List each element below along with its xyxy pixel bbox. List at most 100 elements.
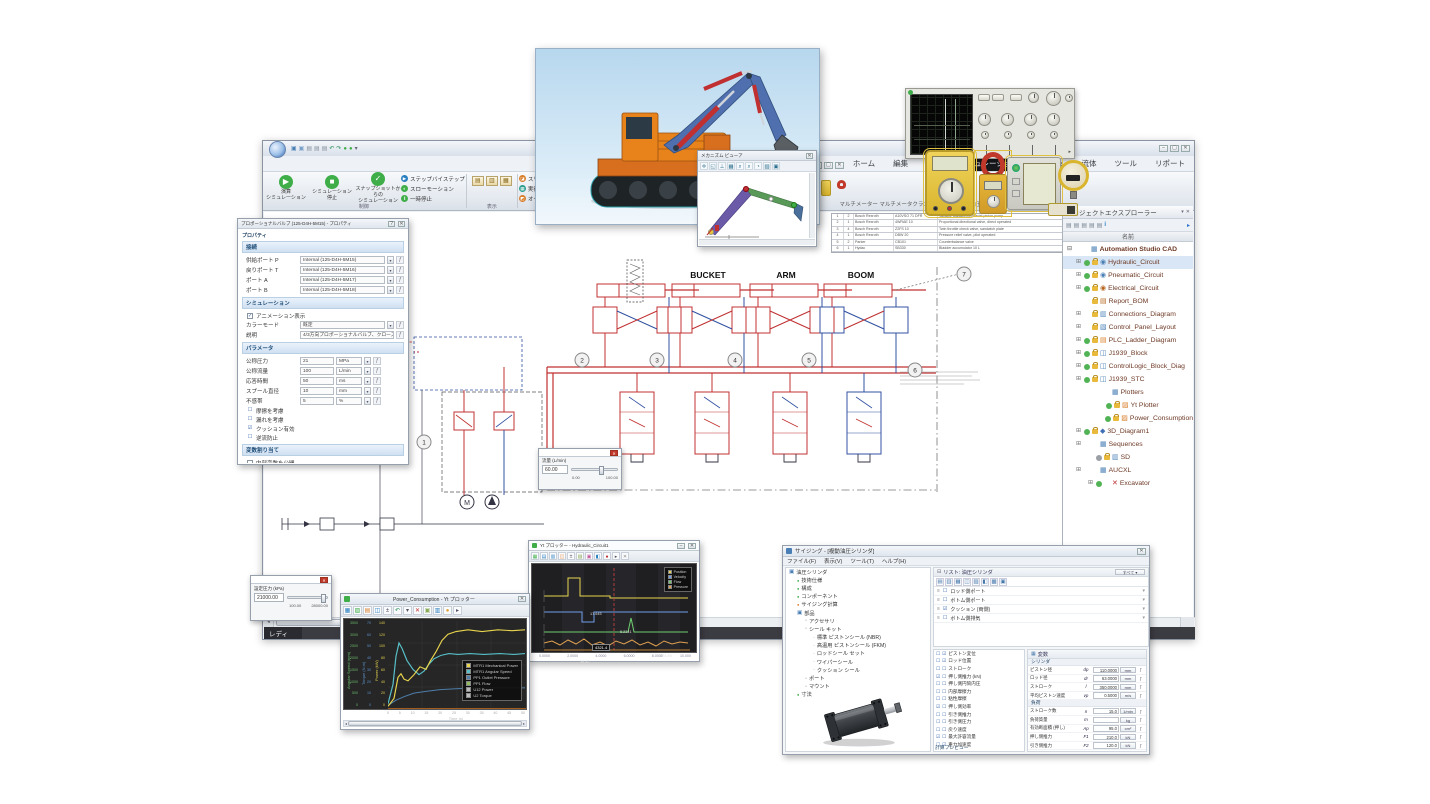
sizing-tree-item[interactable]: ·標準 ピストンシール (NBR) <box>786 634 930 642</box>
formula-button[interactable]: ƒ <box>1137 676 1144 681</box>
quick-access-icon[interactable]: ↶ <box>329 145 334 152</box>
ribbon-tab[interactable]: ツール <box>1106 156 1147 171</box>
sizing-tree-item[interactable]: ◦アクセサリ <box>786 617 930 625</box>
close-button[interactable]: ✕ <box>1181 145 1190 152</box>
plot-canvas[interactable]: 3500300025002000150010005000 70605040302… <box>343 618 527 710</box>
unit-dropdown[interactable]: L/min <box>336 367 362 375</box>
formula-button[interactable]: ƒ <box>1137 667 1144 672</box>
explorer-tool-icon[interactable]: ▤ <box>1089 222 1095 229</box>
variable-checkbox-row[interactable]: ☑☐押し側効率 <box>934 703 1024 711</box>
view-icon-button[interactable]: ▤ <box>472 176 484 186</box>
formula-button[interactable]: ƒ <box>1137 684 1144 689</box>
plot-tool-icon[interactable]: ▤ <box>540 552 548 560</box>
plot-tool-icon[interactable]: ± <box>567 552 575 560</box>
checkbox[interactable] <box>247 460 253 464</box>
checkbox[interactable]: ✓ <box>247 313 253 319</box>
unit-dropdown[interactable]: mm <box>1120 675 1136 682</box>
plot-tool-icon[interactable]: ◫ <box>558 552 566 560</box>
formula-button[interactable]: ƒ <box>396 321 404 329</box>
list-tool-icon[interactable]: ◫ <box>963 578 971 586</box>
minimize-button[interactable]: – <box>1159 145 1168 152</box>
mechanism-tool-icon[interactable]: ⊥ <box>718 162 726 170</box>
list-tool-icon[interactable]: ▨ <box>972 578 980 586</box>
value-field[interactable] <box>1093 717 1119 724</box>
unit-dropdown[interactable]: L/min <box>1120 751 1136 752</box>
variable-checkbox-row[interactable]: ☐☐粘性摩擦 <box>934 696 1024 704</box>
plot-legend[interactable]: MTR1 Mechanical PowerMTR1 Angular SpeedP… <box>462 660 522 701</box>
quick-access-icon[interactable]: ▤ <box>306 145 312 152</box>
formula-button[interactable]: ƒ <box>1137 726 1144 731</box>
formula-button[interactable]: ƒ <box>373 357 381 365</box>
legend-item[interactable]: MTR1 Angular Speed <box>466 669 518 674</box>
maximize-button[interactable]: ▢ <box>1170 145 1179 152</box>
legend-item[interactable]: PP1 Outlet Pressure <box>466 675 518 680</box>
logger-button[interactable] <box>1012 190 1020 197</box>
formula-button[interactable]: ƒ <box>1137 709 1144 714</box>
plot-tool-icon[interactable]: ▨ <box>576 552 584 560</box>
list-tool-icon[interactable]: ▩ <box>990 578 998 586</box>
plot-tool-icon[interactable]: ▸ <box>453 606 462 615</box>
unit-dropdown[interactable]: m/s <box>1120 692 1136 699</box>
dropdown-arrow-icon[interactable]: ▾ <box>364 357 371 365</box>
ch3-slider[interactable] <box>1032 145 1033 155</box>
ch4-slider[interactable] <box>1055 145 1056 155</box>
legend-item[interactable]: Flow <box>668 580 688 584</box>
parameter-checkbox-row[interactable]: ☐逆流防止 <box>242 433 404 442</box>
menu-item[interactable]: ファイル(F) <box>787 557 816 565</box>
plot-tool-icon[interactable]: ◧ <box>594 552 602 560</box>
list-tool-icon[interactable]: ▥ <box>945 578 953 586</box>
list-tool-icon[interactable]: ▤ <box>936 578 944 586</box>
unit-dropdown[interactable]: cm² <box>1120 725 1136 732</box>
dropdown-arrow-icon[interactable]: ▾ <box>387 276 394 284</box>
tree-item[interactable]: ⊞◫J1939_STC <box>1063 373 1193 386</box>
pressure-gauge-instrument[interactable] <box>1056 160 1092 204</box>
plot-close-icon[interactable]: ✕ <box>518 596 526 602</box>
formula-button[interactable]: ƒ <box>396 256 404 264</box>
sizing-tree-item[interactable]: ●構成 <box>786 584 930 592</box>
sizing-footer-link[interactable]: 計算プレビュー <box>935 744 969 751</box>
plot-hscrollbar[interactable]: ◂ ▸ <box>343 720 527 727</box>
list-row[interactable]: ≡☐ボトム側排気▾ <box>934 614 1148 623</box>
dropdown-arrow-icon[interactable]: ▾ <box>387 256 394 264</box>
tree-item[interactable]: ⊞◫ControlLogic_Block_Diag <box>1063 360 1193 373</box>
list-tool-icon[interactable]: ▣ <box>999 578 1007 586</box>
timebase-knob[interactable] <box>1028 92 1039 103</box>
sizing-tree-item[interactable]: ●コンポーネント <box>786 593 930 601</box>
legend-item[interactable]: Pressure <box>668 585 688 589</box>
slider-thumb[interactable] <box>321 594 326 603</box>
tree-item[interactable]: ▨Power_Consumption <box>1063 412 1193 425</box>
explorer-column-header[interactable]: 名前 <box>1063 232 1193 242</box>
sizing-tree-item[interactable]: ·高温用 ピストンシール (FKM) <box>786 642 930 650</box>
view-icon-button[interactable]: ▥ <box>486 176 498 186</box>
ch1-pos-knob[interactable] <box>981 131 989 139</box>
plot-tool-icon[interactable]: ◫ <box>373 606 382 615</box>
plot-tool-icon[interactable]: ↶ <box>393 606 402 615</box>
formula-button[interactable]: ƒ <box>1137 693 1144 698</box>
unit-dropdown[interactable]: 1/min <box>1120 708 1136 715</box>
ribbon-tab[interactable]: ホーム <box>844 156 884 171</box>
plot-tool-icon[interactable]: ▤ <box>363 606 372 615</box>
tree-item[interactable]: ⊞◫J1939_Block <box>1063 347 1193 360</box>
value-field[interactable]: 210.0 <box>1093 734 1119 741</box>
formula-button[interactable]: ƒ <box>1137 734 1144 739</box>
slider-value-field[interactable]: 60.00 <box>542 465 568 474</box>
explorer-tool-icon[interactable]: ▤ <box>1081 222 1087 229</box>
list-row[interactable]: ≡☑クッション (両側)▾ <box>934 605 1148 614</box>
ribbon-tab[interactable]: リポート <box>1146 156 1194 171</box>
formula-button[interactable]: ƒ <box>373 377 381 385</box>
sizing-tree-item[interactable]: ◦シール キット <box>786 625 930 633</box>
quick-access-icon[interactable]: ▤ <box>314 145 320 152</box>
mini-tester-instrument[interactable] <box>1048 203 1078 216</box>
quick-access-icon[interactable]: ▣ <box>291 145 297 152</box>
text-field[interactable]: 4/3方向プロポーショナルバルブ、クローズドセンター <box>300 331 394 339</box>
plot-tool-icon[interactable]: ▨ <box>353 606 362 615</box>
formula-button[interactable]: ƒ <box>1137 717 1144 722</box>
section-header[interactable]: 変数割り当て <box>242 444 404 456</box>
ch3-volts-knob[interactable] <box>1024 113 1037 126</box>
plot-minimize-icon[interactable]: – <box>677 543 685 549</box>
multimeter-instrument[interactable] <box>925 150 975 216</box>
list-tool-icon[interactable]: ▦ <box>954 578 962 586</box>
plot-canvas[interactable]: PositionVelocityFlowPressure 17.6455.234… <box>531 563 697 653</box>
plot-legend[interactable]: PositionVelocityFlowPressure <box>664 567 692 592</box>
formula-button[interactable]: ƒ <box>396 266 404 274</box>
